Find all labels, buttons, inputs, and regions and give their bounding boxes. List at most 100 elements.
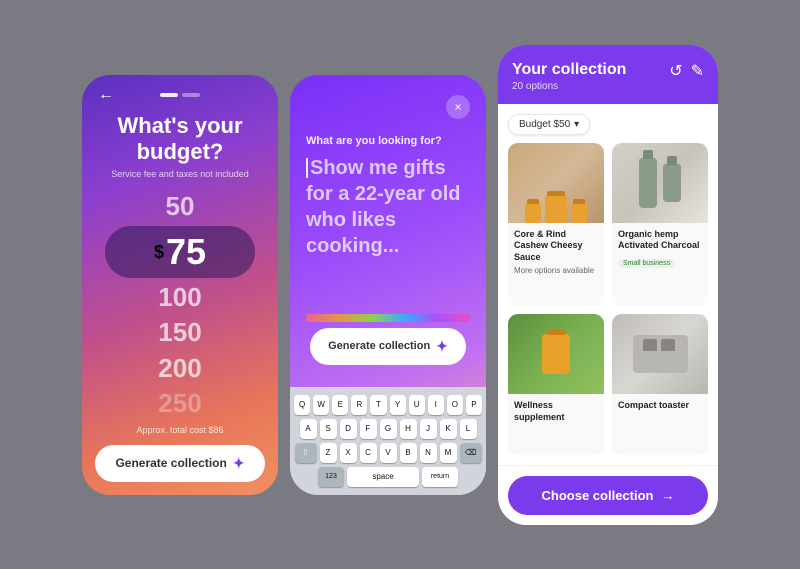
- generate-label-2: Generate collection: [328, 340, 430, 352]
- key-l[interactable]: L: [460, 419, 477, 439]
- rainbow-bar: [306, 314, 470, 322]
- key-k[interactable]: K: [440, 419, 457, 439]
- jar-main: [545, 195, 567, 223]
- budget-title: What's your budget?: [82, 113, 278, 166]
- toaster-illustration: [612, 314, 708, 394]
- product-image-cashew: [508, 143, 604, 223]
- pill-bottle: [542, 334, 570, 374]
- generate-label-1: Generate collection: [115, 456, 226, 470]
- budget-header: ←: [82, 75, 278, 97]
- budget-item-100[interactable]: 100: [158, 280, 201, 315]
- progress-dot-1: [160, 93, 178, 97]
- budget-value: 75: [166, 231, 206, 273]
- progress-dot-2: [182, 93, 200, 97]
- budget-item-50[interactable]: 50: [166, 189, 195, 224]
- products-grid: Core & Rind Cashew Cheesy Sauce More opt…: [508, 143, 708, 455]
- budget-selected[interactable]: $ 75: [105, 226, 255, 278]
- sparkle-icon-2: ✦: [436, 338, 448, 355]
- search-placeholder: Show me gifts for a 22-year old who like…: [306, 157, 461, 257]
- generate-button-1[interactable]: Generate collection ✦: [95, 445, 264, 482]
- collection-header: Your collection 20 options ↺ ✎: [498, 45, 718, 104]
- back-button[interactable]: ←: [98, 86, 114, 104]
- edit-icon[interactable]: ✎: [691, 61, 704, 81]
- budget-item-200[interactable]: 200: [158, 351, 201, 386]
- search-body: × What are you looking for? Show me gift…: [290, 75, 486, 387]
- charcoal-name: Organic hemp Activated Charcoal: [618, 229, 702, 252]
- bottle-1: [639, 158, 657, 208]
- header-icons: ↺ ✎: [669, 61, 704, 81]
- toaster-name: Compact toaster: [618, 400, 702, 412]
- supplement-name: Wellness supplement: [514, 400, 598, 423]
- budget-item-250[interactable]: 250: [158, 386, 201, 421]
- jar-small-2: [571, 203, 587, 223]
- product-image-supplement: [508, 314, 604, 394]
- key-s[interactable]: S: [320, 419, 337, 439]
- key-f[interactable]: F: [360, 419, 377, 439]
- key-j[interactable]: J: [420, 419, 437, 439]
- key-h[interactable]: H: [400, 419, 417, 439]
- search-screen: × What are you looking for? Show me gift…: [290, 75, 486, 495]
- collection-footer: Choose collection →: [498, 465, 718, 525]
- key-i[interactable]: I: [428, 395, 444, 415]
- key-a[interactable]: A: [300, 419, 317, 439]
- bottle-2: [663, 164, 681, 202]
- filter-label: Budget $50: [519, 119, 570, 130]
- leaves-illustration: [508, 314, 604, 394]
- key-v[interactable]: V: [380, 443, 397, 463]
- key-c[interactable]: C: [360, 443, 377, 463]
- keyboard-row-3: ⇧ Z X C V B N M ⌫: [294, 443, 482, 463]
- product-cashew[interactable]: Core & Rind Cashew Cheesy Sauce More opt…: [508, 143, 604, 306]
- key-r[interactable]: R: [351, 395, 367, 415]
- key-d[interactable]: D: [340, 419, 357, 439]
- jar-small: [525, 203, 541, 223]
- refresh-icon[interactable]: ↺: [669, 61, 682, 81]
- cashew-info: Core & Rind Cashew Cheesy Sauce More opt…: [508, 223, 604, 281]
- toaster-info: Compact toaster: [612, 394, 708, 418]
- key-z[interactable]: Z: [320, 443, 337, 463]
- budget-subtitle: Service fee and taxes not included: [111, 169, 249, 179]
- choose-collection-button[interactable]: Choose collection →: [508, 476, 708, 515]
- keyboard-row-1: Q W E R T Y U I O P: [294, 395, 482, 415]
- shift-key[interactable]: ⇧: [295, 443, 317, 463]
- small-business-badge: Small business: [618, 259, 675, 268]
- budget-screen: ← What's your budget? Service fee and ta…: [82, 75, 278, 495]
- key-o[interactable]: O: [447, 395, 463, 415]
- space-key[interactable]: space: [347, 467, 419, 487]
- product-supplement[interactable]: Wellness supplement: [508, 314, 604, 455]
- jar-illustration: [508, 143, 604, 223]
- key-e[interactable]: E: [332, 395, 348, 415]
- key-u[interactable]: U: [409, 395, 425, 415]
- approx-cost: Approx. total cost $86: [136, 425, 223, 435]
- sparkle-icon-1: ✦: [233, 455, 245, 472]
- search-label: What are you looking for?: [306, 135, 470, 147]
- backspace-key[interactable]: ⌫: [460, 443, 482, 463]
- product-toaster[interactable]: Compact toaster: [612, 314, 708, 455]
- supplement-info: Wellness supplement: [508, 394, 604, 429]
- key-t[interactable]: T: [370, 395, 386, 415]
- budget-list: 50 $ 75 100 150 200 250: [82, 189, 278, 420]
- collection-title: Your collection: [512, 61, 626, 79]
- key-p[interactable]: P: [466, 395, 482, 415]
- key-q[interactable]: Q: [294, 395, 310, 415]
- return-key[interactable]: return: [422, 467, 458, 487]
- key-g[interactable]: G: [380, 419, 397, 439]
- product-charcoal[interactable]: Organic hemp Activated Charcoal Small bu…: [612, 143, 708, 306]
- key-m[interactable]: M: [440, 443, 457, 463]
- key-x[interactable]: X: [340, 443, 357, 463]
- arrow-right-icon: →: [661, 488, 674, 503]
- key-b[interactable]: B: [400, 443, 417, 463]
- budget-item-150[interactable]: 150: [158, 315, 201, 350]
- bottle-illustration: [612, 143, 708, 223]
- close-button[interactable]: ×: [446, 95, 470, 119]
- generate-button-2[interactable]: Generate collection ✦: [310, 328, 466, 365]
- num-key[interactable]: 123: [318, 467, 344, 487]
- collection-body: Budget $50 ▾ Core & Rind Cashew: [498, 104, 718, 465]
- key-y[interactable]: Y: [390, 395, 406, 415]
- budget-filter[interactable]: Budget $50 ▾: [508, 114, 590, 135]
- collection-subtitle: 20 options: [512, 81, 626, 92]
- search-input[interactable]: Show me gifts for a 22-year old who like…: [306, 155, 470, 314]
- text-cursor: [306, 158, 308, 178]
- budget-prefix: $: [154, 242, 164, 263]
- key-n[interactable]: N: [420, 443, 437, 463]
- key-w[interactable]: W: [313, 395, 329, 415]
